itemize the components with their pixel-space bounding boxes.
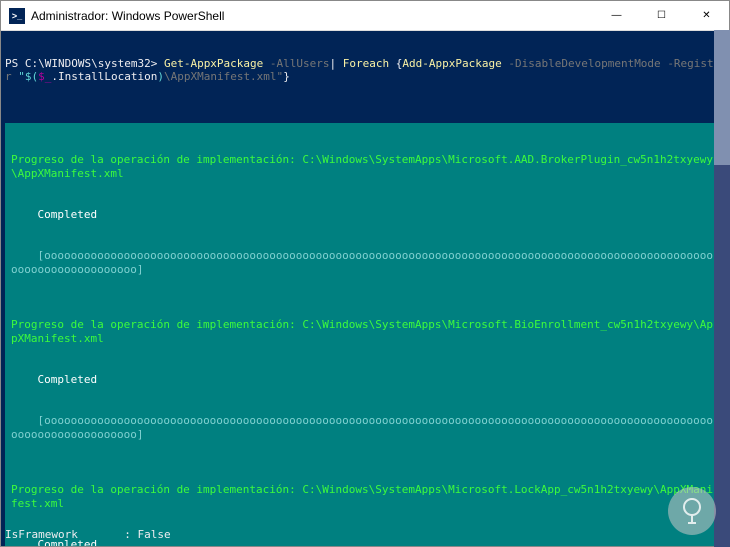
scrollbar-thumb[interactable] bbox=[714, 30, 730, 165]
progress-bar: [ooooooooooooooooooooooooooooooooooooooo… bbox=[5, 414, 725, 442]
powershell-window: >_ Administrador: Windows PowerShell — ☐… bbox=[0, 0, 730, 547]
cmd-add-appxpackage: Add-AppxPackage bbox=[402, 57, 508, 70]
progress-status: Completed bbox=[5, 208, 725, 222]
cmd-get-appxpackage: Get-AppxPackage bbox=[164, 57, 270, 70]
minimize-button[interactable]: — bbox=[594, 1, 639, 30]
interp-open: "$( bbox=[18, 70, 38, 83]
interp-close: ) bbox=[157, 70, 164, 83]
titlebar[interactable]: >_ Administrador: Windows PowerShell — ☐… bbox=[1, 1, 729, 31]
command-line: PS C:\WINDOWS\system32> Get-AppxPackage … bbox=[5, 58, 725, 83]
string-tail: \AppXManifest.xml" bbox=[164, 70, 283, 83]
ps-path: C:\WINDOWS\system32> bbox=[25, 57, 164, 70]
cmd-foreach: Foreach bbox=[343, 57, 396, 70]
progress-bar: [ooooooooooooooooooooooooooooooooooooooo… bbox=[5, 249, 725, 277]
window-title: Administrador: Windows PowerShell bbox=[31, 9, 594, 23]
progress-item: Progreso de la operación de implementaci… bbox=[5, 153, 725, 181]
progress-block: Progreso de la operación de implementaci… bbox=[5, 123, 725, 546]
prop-installlocation: .InstallLocation bbox=[51, 70, 157, 83]
flag-allusers: -AllUsers bbox=[270, 57, 330, 70]
flag-disabledevmode: -DisableDevelopmentMode bbox=[508, 57, 667, 70]
progress-status: Completed bbox=[5, 373, 725, 387]
output-line: IsFramework : False bbox=[5, 529, 171, 542]
vertical-scrollbar[interactable] bbox=[714, 30, 730, 547]
maximize-button[interactable]: ☐ bbox=[639, 1, 684, 30]
brace-close: } bbox=[283, 70, 290, 83]
pipe: | bbox=[330, 57, 343, 70]
powershell-icon: >_ bbox=[9, 8, 25, 24]
ps-prefix: PS bbox=[5, 57, 25, 70]
close-button[interactable]: ✕ bbox=[684, 1, 729, 30]
progress-item: Progreso de la operación de implementaci… bbox=[5, 318, 725, 346]
window-controls: — ☐ ✕ bbox=[594, 1, 729, 30]
var-pipeline: $_ bbox=[38, 70, 51, 83]
terminal-pane[interactable]: PS C:\WINDOWS\system32> Get-AppxPackage … bbox=[1, 31, 729, 546]
progress-item: Progreso de la operación de implementaci… bbox=[5, 483, 725, 511]
